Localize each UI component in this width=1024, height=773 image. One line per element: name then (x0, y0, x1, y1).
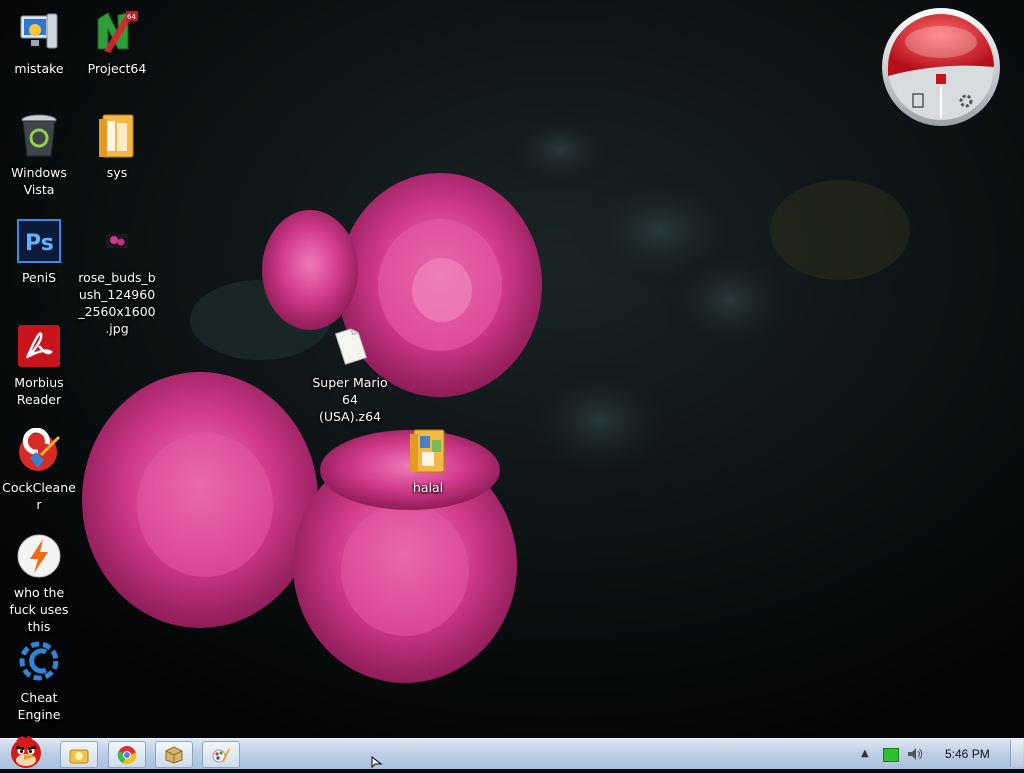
angry-bird-start-icon (11, 736, 41, 768)
desktop-icon-label: who the fuck uses this (9, 585, 69, 634)
desktop-icon-label: Cheat Engine (17, 690, 61, 722)
cheat-engine-icon (15, 637, 63, 685)
start-button[interactable] (2, 733, 50, 769)
desktop-icon-label: halal (412, 480, 444, 495)
desktop-wallpaper (0, 0, 1024, 738)
desktop-icon-windows-vista[interactable]: Windows Vista (0, 112, 78, 198)
package-icon (165, 745, 183, 764)
taskbar: ▲ 5:46 PM (0, 736, 1024, 769)
show-desktop-button[interactable] (1010, 740, 1023, 767)
desktop-icon-halal[interactable]: halal (389, 427, 467, 496)
photoshop-icon: Ps (15, 217, 63, 265)
desktop-icon-label: mistake (14, 61, 64, 76)
desktop-icon-label: Project64 (87, 61, 147, 76)
kaspersky-gadget[interactable] (880, 6, 1002, 128)
taskbar-explorer-button[interactable] (60, 741, 98, 768)
desktop-icon-rose-jpg[interactable]: rose_buds_bush_124960_2560x1600.jpg (78, 217, 156, 337)
folder-icon (404, 427, 452, 475)
project64-icon: 64 (93, 8, 141, 56)
desktop-icon-label: rose_buds_bush_124960_2560x1600.jpg (78, 270, 156, 336)
paint-icon (212, 747, 230, 762)
winamp-icon (15, 532, 63, 580)
recycle-bin-icon (15, 112, 63, 160)
blank-file-icon (326, 322, 374, 370)
desktop-icon-who-uses-this[interactable]: who the fuck uses this (0, 532, 78, 635)
taskbar-chrome-button[interactable] (108, 741, 146, 768)
folder-icon (93, 112, 141, 160)
desktop-icon-label: sys (106, 165, 128, 180)
volume-icon[interactable] (906, 745, 924, 767)
computer-settings-icon (15, 8, 63, 56)
pdf-reader-icon (15, 322, 63, 370)
desktop-icon-label: PeniS (21, 270, 57, 285)
desktop-icon-morbius-reader[interactable]: Morbius Reader (0, 322, 78, 408)
image-file-icon (93, 217, 141, 265)
clock[interactable]: 5:46 PM (945, 747, 990, 761)
desktop-icon-label: Morbius Reader (14, 375, 64, 407)
show-hidden-icons-icon[interactable]: ▲ (861, 748, 869, 759)
desktop-icon-penis[interactable]: Ps PeniS (0, 217, 78, 286)
taskbar-package-button[interactable] (155, 741, 193, 768)
explorer-icon (69, 749, 89, 763)
desktop-icon-label: Super Mario 64 (USA).z64 (312, 375, 388, 424)
desktop-icon-sys[interactable]: sys (78, 112, 156, 181)
desktop-icon-cheat-engine[interactable]: Cheat Engine (0, 637, 78, 723)
network-icon[interactable] (883, 748, 899, 762)
kaspersky-gadget-icon (882, 8, 1000, 126)
mouse-cursor-icon (371, 756, 383, 768)
desktop-icon-label: Windows Vista (11, 165, 67, 197)
desktop-icon-cockcleaner[interactable]: CockCleaner (0, 427, 78, 513)
desktop-icon-project64[interactable]: 64 Project64 (78, 8, 156, 77)
cleaner-icon (15, 427, 63, 475)
taskbar-paint-button[interactable] (202, 741, 240, 768)
desktop-icon-label: CockCleaner (2, 480, 76, 512)
svg-text:Ps: Ps (25, 231, 54, 256)
chrome-icon (117, 745, 137, 764)
svg-text:64: 64 (127, 13, 136, 21)
desktop-icon-mistake[interactable]: mistake (0, 8, 78, 77)
desktop-icon-super-mario-64[interactable]: Super Mario 64 (USA).z64 (311, 322, 389, 425)
